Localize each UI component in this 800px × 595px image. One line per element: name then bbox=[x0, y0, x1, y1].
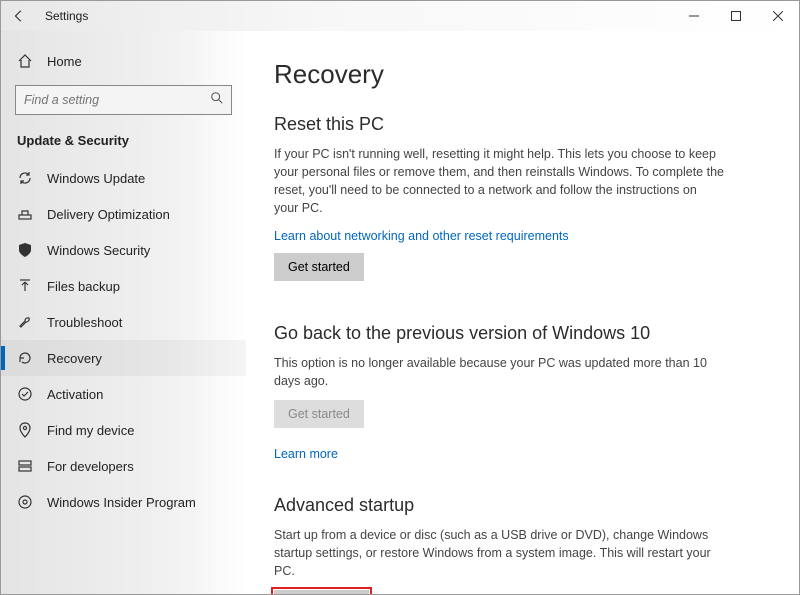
advanced-description: Start up from a device or disc (such as … bbox=[274, 526, 724, 580]
sidebar-item-windows-insider[interactable]: Windows Insider Program bbox=[1, 484, 246, 520]
titlebar: Settings bbox=[1, 1, 799, 31]
developers-icon bbox=[17, 458, 33, 474]
sidebar-item-label: Troubleshoot bbox=[47, 315, 122, 330]
search-wrap bbox=[15, 85, 232, 115]
delivery-icon bbox=[17, 206, 33, 222]
location-icon bbox=[17, 422, 33, 438]
sidebar-item-label: Delivery Optimization bbox=[47, 207, 170, 222]
refresh-icon bbox=[17, 170, 33, 186]
insider-icon bbox=[17, 494, 33, 510]
sidebar-item-label: Windows Update bbox=[47, 171, 145, 186]
search-input[interactable] bbox=[15, 85, 232, 115]
sidebar-item-label: Find my device bbox=[47, 423, 134, 438]
backup-icon bbox=[17, 278, 33, 294]
content-area: Home Update & Security Windows Update bbox=[1, 31, 799, 594]
sidebar-item-find-my-device[interactable]: Find my device bbox=[1, 412, 246, 448]
goback-description: This option is no longer available becau… bbox=[274, 354, 724, 390]
window-controls bbox=[673, 1, 799, 31]
sidebar: Home Update & Security Windows Update bbox=[1, 31, 246, 594]
shield-icon bbox=[17, 242, 33, 258]
sidebar-item-windows-update[interactable]: Windows Update bbox=[1, 160, 246, 196]
goback-get-started-button: Get started bbox=[274, 400, 364, 428]
reset-description: If your PC isn't running well, resetting… bbox=[274, 145, 724, 218]
sidebar-item-label: Windows Security bbox=[47, 243, 150, 258]
sidebar-item-troubleshoot[interactable]: Troubleshoot bbox=[1, 304, 246, 340]
window-title: Settings bbox=[45, 9, 88, 23]
home-icon bbox=[17, 53, 33, 69]
reset-get-started-button[interactable]: Get started bbox=[274, 253, 364, 281]
section-reset-pc: Reset this PC If your PC isn't running w… bbox=[274, 114, 763, 299]
close-button[interactable] bbox=[757, 1, 799, 31]
reset-learn-link[interactable]: Learn about networking and other reset r… bbox=[274, 229, 569, 243]
sidebar-home-label: Home bbox=[47, 54, 82, 69]
maximize-button[interactable] bbox=[715, 1, 757, 31]
recovery-icon bbox=[17, 350, 33, 366]
main-panel: Recovery Reset this PC If your PC isn't … bbox=[246, 31, 799, 594]
goback-learn-more-link[interactable]: Learn more bbox=[274, 447, 338, 461]
sidebar-item-label: Files backup bbox=[47, 279, 120, 294]
sidebar-item-label: Recovery bbox=[47, 351, 102, 366]
settings-window: Settings Home bbox=[0, 0, 800, 595]
sidebar-item-label: For developers bbox=[47, 459, 134, 474]
sidebar-item-recovery[interactable]: Recovery bbox=[1, 340, 246, 376]
sidebar-item-label: Activation bbox=[47, 387, 103, 402]
back-button[interactable] bbox=[7, 4, 31, 28]
reset-heading: Reset this PC bbox=[274, 114, 763, 135]
section-go-back: Go back to the previous version of Windo… bbox=[274, 323, 763, 471]
sidebar-item-activation[interactable]: Activation bbox=[1, 376, 246, 412]
restart-now-button[interactable]: Restart now bbox=[274, 590, 369, 594]
sidebar-item-windows-security[interactable]: Windows Security bbox=[1, 232, 246, 268]
minimize-button[interactable] bbox=[673, 1, 715, 31]
page-title: Recovery bbox=[274, 59, 763, 90]
activation-icon bbox=[17, 386, 33, 402]
sidebar-home[interactable]: Home bbox=[1, 43, 246, 79]
sidebar-item-files-backup[interactable]: Files backup bbox=[1, 268, 246, 304]
sidebar-item-delivery-optimization[interactable]: Delivery Optimization bbox=[1, 196, 246, 232]
goback-heading: Go back to the previous version of Windo… bbox=[274, 323, 763, 344]
sidebar-item-label: Windows Insider Program bbox=[47, 495, 196, 510]
sidebar-section-label: Update & Security bbox=[1, 129, 246, 160]
section-advanced-startup: Advanced startup Start up from a device … bbox=[274, 495, 763, 594]
wrench-icon bbox=[17, 314, 33, 330]
advanced-heading: Advanced startup bbox=[274, 495, 763, 516]
sidebar-item-for-developers[interactable]: For developers bbox=[1, 448, 246, 484]
